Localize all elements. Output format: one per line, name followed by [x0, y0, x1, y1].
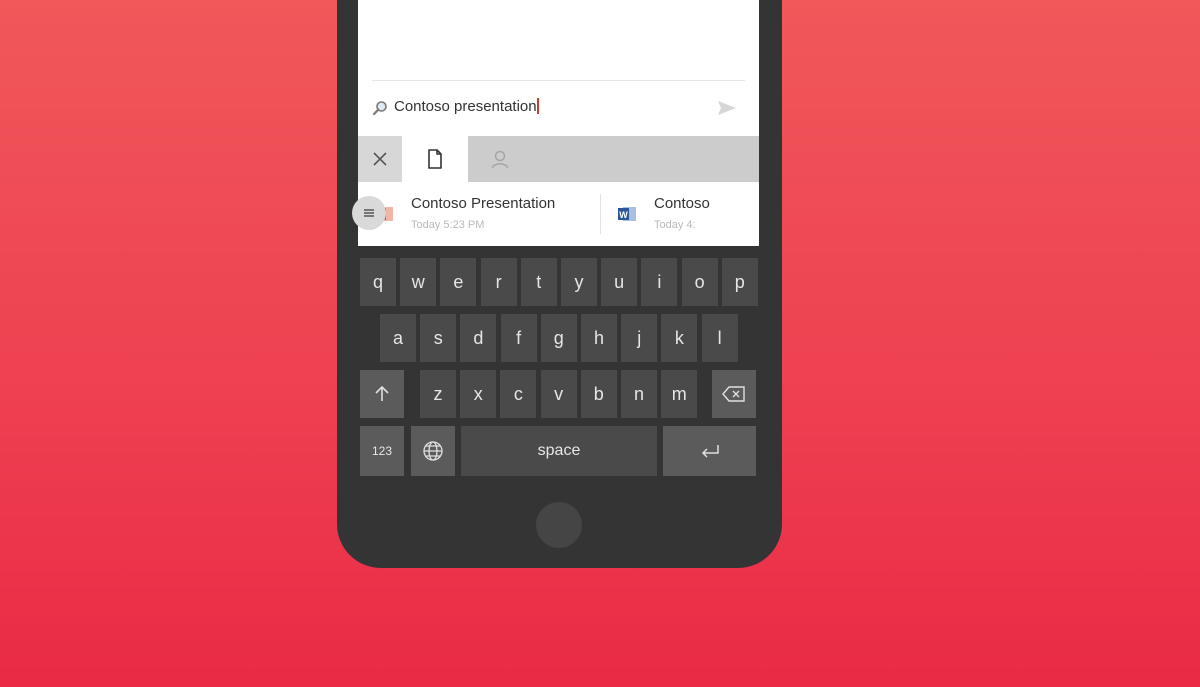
key-y[interactable]: y: [561, 258, 597, 306]
word-icon: W: [618, 207, 636, 221]
svg-text:W: W: [619, 210, 628, 220]
tab-files[interactable]: [402, 136, 468, 182]
file-subtitle: Today 4:: [654, 219, 696, 231]
key-h[interactable]: h: [581, 314, 617, 362]
key-d[interactable]: d: [460, 314, 497, 362]
divider-line: [372, 80, 745, 81]
language-key[interactable]: [411, 426, 455, 476]
tab-people[interactable]: [468, 136, 532, 182]
file-title: Contoso: [654, 195, 710, 212]
document-icon: [428, 149, 442, 169]
onscreen-keyboard: qwertyuiop asdfghjkl zxcvbnm 123 space: [358, 256, 759, 478]
key-f[interactable]: f: [500, 314, 537, 362]
key-o[interactable]: o: [681, 258, 718, 306]
key-e[interactable]: e: [440, 258, 477, 306]
close-icon: [373, 152, 387, 166]
search-bar[interactable]: Contoso presentation: [358, 86, 759, 130]
key-u[interactable]: u: [601, 258, 638, 306]
menu-icon: [364, 209, 374, 217]
key-z[interactable]: z: [420, 370, 456, 418]
globe-icon: [423, 441, 443, 461]
backspace-icon: [722, 386, 745, 402]
phone-screen: Contoso presentation P: [358, 0, 759, 246]
enter-key[interactable]: [663, 426, 756, 476]
key-k[interactable]: k: [661, 314, 698, 362]
key-p[interactable]: p: [721, 258, 758, 306]
space-key[interactable]: space: [461, 426, 657, 476]
shift-key[interactable]: [360, 370, 404, 418]
key-w[interactable]: w: [400, 258, 437, 306]
search-input[interactable]: Contoso presentation: [394, 98, 539, 115]
key-b[interactable]: b: [580, 370, 617, 418]
key-x[interactable]: x: [460, 370, 497, 418]
key-i[interactable]: i: [641, 258, 678, 306]
key-q[interactable]: q: [360, 258, 396, 306]
attachment-tab-bar: [358, 136, 759, 182]
key-g[interactable]: g: [540, 314, 577, 362]
file-results-list: P Contoso Presentation Today 5:23 PM W C…: [358, 182, 759, 246]
text-caret: [536, 98, 539, 114]
numbers-key[interactable]: 123: [360, 426, 404, 476]
key-c[interactable]: c: [500, 370, 537, 418]
key-t[interactable]: t: [520, 258, 557, 306]
key-v[interactable]: v: [540, 370, 577, 418]
search-icon: [372, 101, 387, 116]
key-l[interactable]: l: [701, 314, 738, 362]
home-button[interactable]: [536, 502, 582, 548]
person-icon: [491, 150, 509, 169]
backspace-key[interactable]: [712, 370, 756, 418]
tab-close[interactable]: [358, 136, 402, 182]
more-results-button[interactable]: [352, 196, 386, 230]
file-result-item[interactable]: P Contoso Presentation Today 5:23 PM: [358, 182, 600, 246]
file-title: Contoso Presentation: [411, 195, 556, 212]
key-s[interactable]: s: [420, 314, 457, 362]
file-result-item[interactable]: W Contoso Today 4:: [601, 182, 759, 246]
send-icon[interactable]: [717, 100, 737, 116]
enter-icon: [701, 445, 719, 458]
key-n[interactable]: n: [621, 370, 657, 418]
key-m[interactable]: m: [661, 370, 698, 418]
file-subtitle: Today 5:23 PM: [411, 219, 485, 231]
key-r[interactable]: r: [480, 258, 517, 306]
key-j[interactable]: j: [621, 314, 658, 362]
key-a[interactable]: a: [380, 314, 416, 362]
shift-arrow-icon: [375, 385, 389, 401]
search-query-text: Contoso presentation: [394, 98, 537, 115]
